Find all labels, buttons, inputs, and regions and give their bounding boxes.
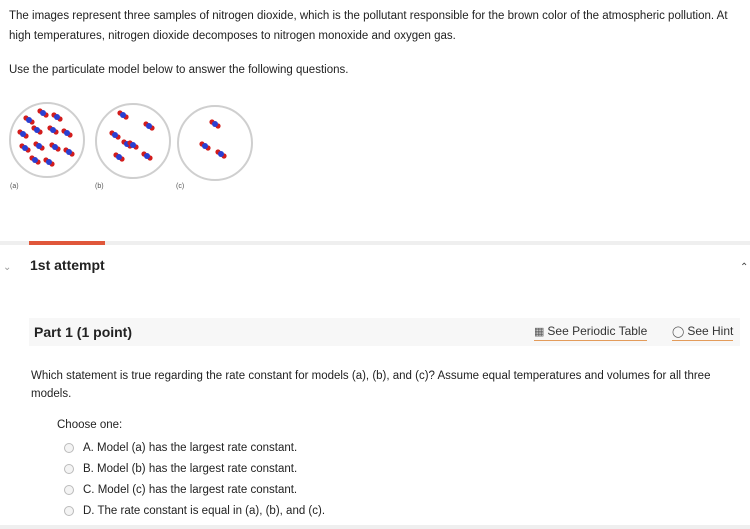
radio-button[interactable] bbox=[64, 485, 74, 495]
option-label: B. Model (b) has the largest rate consta… bbox=[83, 463, 298, 475]
lightbulb-icon: ◯ bbox=[672, 326, 685, 338]
see-periodic-table-link[interactable]: ▦ See Periodic Table bbox=[534, 324, 648, 341]
question-text: Which statement is true regarding the ra… bbox=[31, 370, 711, 400]
option-label: C. Model (c) has the largest rate consta… bbox=[83, 484, 298, 496]
radio-button[interactable] bbox=[64, 443, 74, 453]
figure-label-c: (c) bbox=[176, 183, 185, 190]
option-b[interactable]: B. Model (b) has the largest rate consta… bbox=[64, 463, 297, 475]
particulate-model-figure bbox=[9, 102, 253, 181]
sample-b-circle bbox=[95, 103, 171, 179]
choose-one-label: Choose one: bbox=[57, 419, 123, 431]
option-d[interactable]: D. The rate constant is equal in (a), (b… bbox=[64, 505, 325, 517]
sample-a-circle bbox=[9, 102, 85, 178]
option-a[interactable]: A. Model (a) has the largest rate consta… bbox=[64, 442, 297, 454]
see-hint-link[interactable]: ◯ See Hint bbox=[672, 324, 734, 341]
bottom-divider bbox=[0, 525, 750, 529]
problem-intro-text: The images represent three samples of ni… bbox=[9, 10, 728, 42]
periodic-table-link-label: See Periodic Table bbox=[547, 324, 648, 338]
attempt-label[interactable]: 1st attempt bbox=[30, 257, 105, 273]
active-attempt-indicator bbox=[29, 241, 105, 245]
figure-label-a: (a) bbox=[10, 183, 19, 190]
chevron-down-icon[interactable]: ⌄ bbox=[3, 262, 11, 273]
option-label: D. The rate constant is equal in (a), (b… bbox=[83, 505, 326, 517]
instruction-text: Use the particulate model below to answe… bbox=[9, 64, 349, 76]
sample-c-circle bbox=[177, 105, 253, 181]
option-label: A. Model (a) has the largest rate consta… bbox=[83, 442, 298, 454]
chevron-up-icon[interactable]: ⌃ bbox=[740, 262, 748, 273]
option-c[interactable]: C. Model (c) has the largest rate consta… bbox=[64, 484, 297, 496]
figure-label-b: (b) bbox=[95, 183, 104, 190]
part-title: Part 1 (1 point) bbox=[34, 324, 133, 340]
attempt-divider bbox=[0, 241, 750, 245]
hint-link-label: See Hint bbox=[687, 324, 734, 338]
part-header: Part 1 (1 point) ▦ See Periodic Table ◯ Se… bbox=[29, 318, 740, 346]
radio-button[interactable] bbox=[64, 506, 74, 516]
periodic-table-icon: ▦ bbox=[534, 326, 545, 338]
radio-button[interactable] bbox=[64, 464, 74, 474]
